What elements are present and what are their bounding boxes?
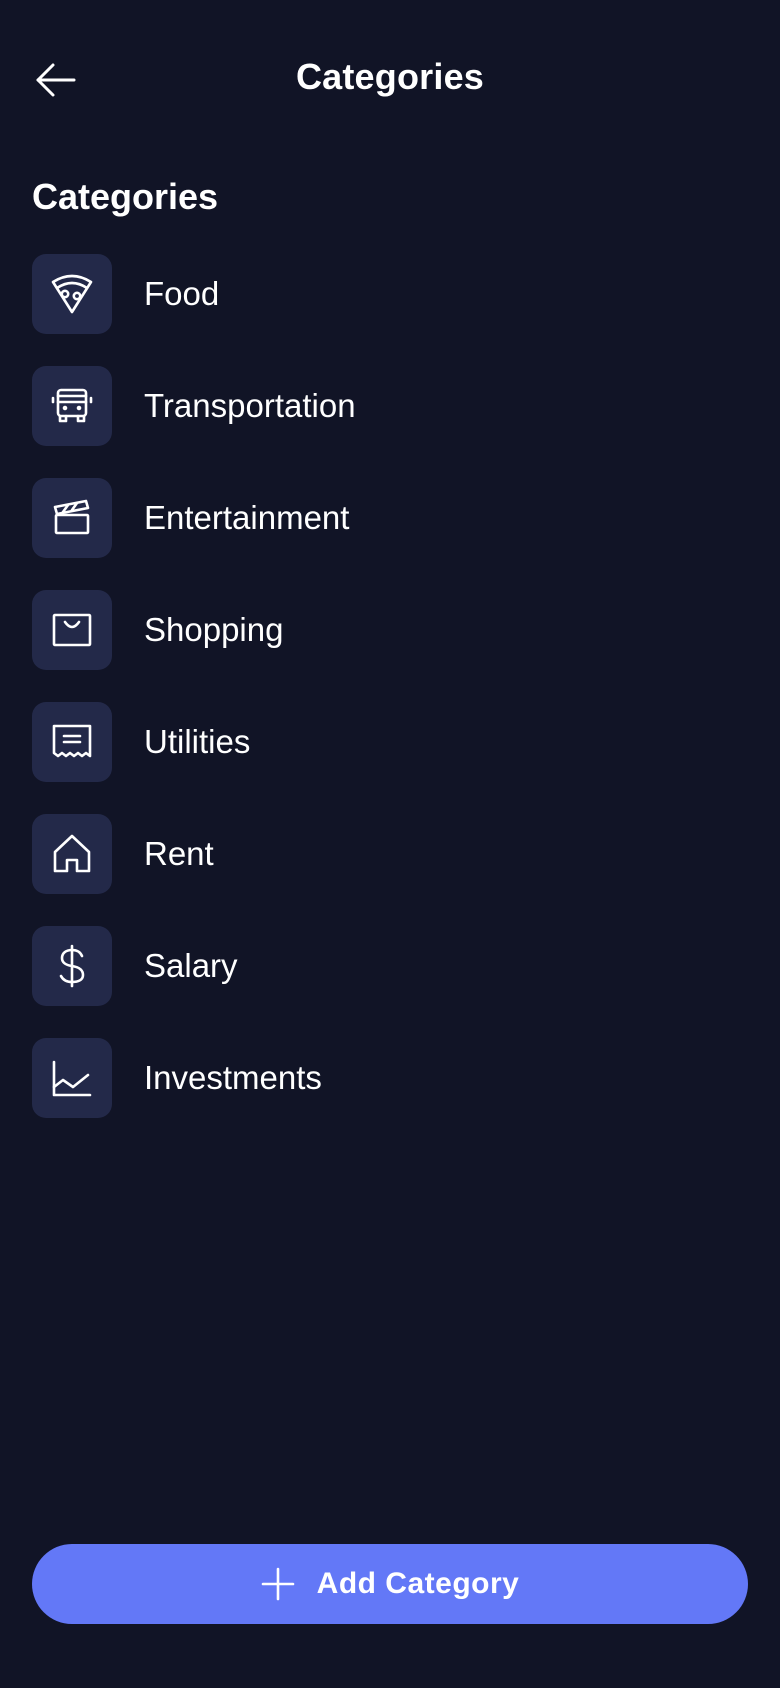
add-category-button[interactable]: Add Category [32, 1544, 748, 1624]
category-label: Food [144, 275, 220, 312]
home-icon [53, 834, 91, 873]
category-list: Food Transportation Entertainment Shoppi… [32, 254, 748, 1150]
category-label: Utilities [144, 723, 251, 760]
category-item-transportation[interactable]: Transportation [32, 366, 748, 446]
category-icon-tile [32, 590, 112, 670]
category-label: Entertainment [144, 499, 350, 536]
category-item-food[interactable]: Food [32, 254, 748, 334]
category-label: Investments [144, 1059, 322, 1096]
category-item-utilities[interactable]: Utilities [32, 702, 748, 782]
category-icon-tile [32, 814, 112, 894]
category-icon-tile [32, 366, 112, 446]
plus-icon [261, 1567, 294, 1601]
page-title: Categories [295, 56, 485, 97]
category-icon-tile [32, 478, 112, 558]
category-item-entertainment[interactable]: Entertainment [32, 478, 748, 558]
pizza-icon [51, 274, 93, 314]
category-icon-tile [32, 926, 112, 1006]
receipt-icon [52, 724, 92, 758]
category-item-rent[interactable]: Rent [32, 814, 748, 894]
category-icon-tile [32, 702, 112, 782]
add-category-label: Add Category [316, 1567, 520, 1600]
category-label: Salary [144, 947, 238, 984]
category-item-investments[interactable]: Investments [32, 1038, 748, 1118]
shopping-bag-icon [52, 613, 92, 647]
category-item-salary[interactable]: Salary [32, 926, 748, 1006]
category-icon-tile [32, 254, 112, 334]
category-item-shopping[interactable]: Shopping [32, 590, 748, 670]
category-icon-tile [32, 1038, 112, 1118]
line-chart-icon [52, 1060, 92, 1097]
category-label: Rent [144, 835, 214, 872]
app-header: Categories [0, 0, 780, 160]
category-label: Transportation [144, 387, 356, 424]
dollar-sign-icon [59, 944, 85, 988]
category-label: Shopping [144, 611, 284, 648]
bus-icon [51, 388, 93, 423]
section-title: Categories [32, 176, 219, 217]
clapperboard-icon [53, 499, 90, 535]
